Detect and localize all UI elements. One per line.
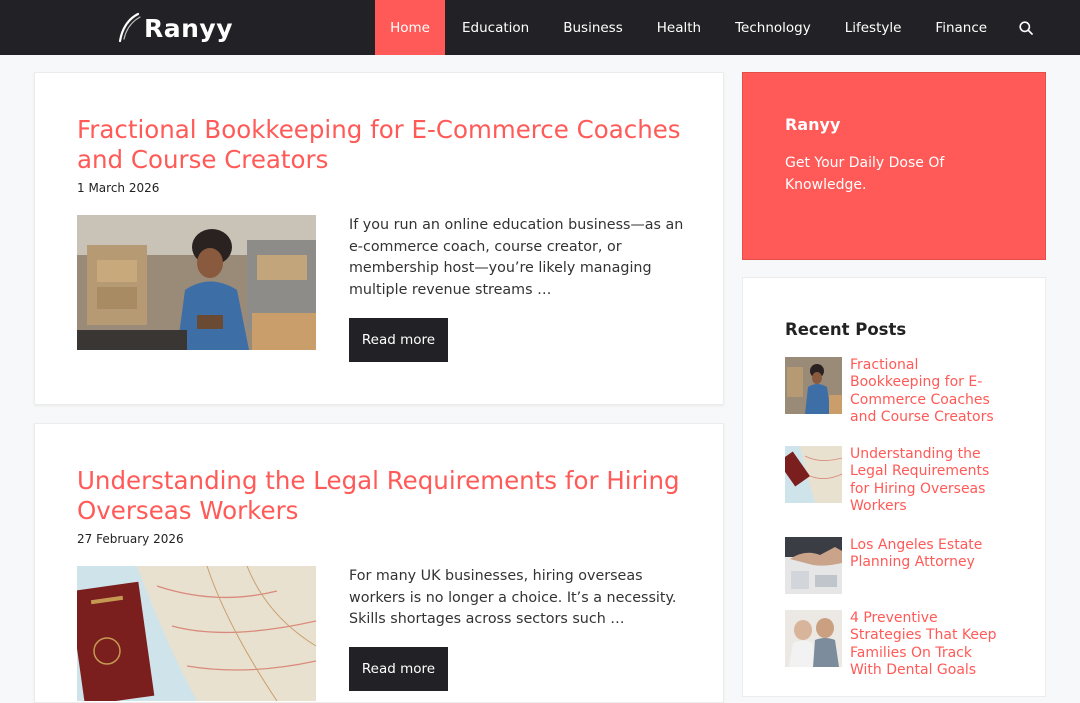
site-logo[interactable]: Ranyy [116,10,233,46]
nav-item-lifestyle[interactable]: Lifestyle [828,0,919,55]
family-photo-image [785,610,842,667]
site-name: Ranyy [144,13,234,43]
main-nav: Home Education Business Health Technolog… [375,0,1048,55]
post-thumbnail[interactable] [77,215,316,350]
search-icon [1019,20,1033,35]
recent-posts-heading: Recent Posts [785,320,907,339]
recent-posts-widget: Recent Posts Fractional Bookkeeping for … [742,277,1046,697]
post-card: Understanding the Legal Requirements for… [34,423,724,703]
recent-post-thumbnail[interactable] [785,610,842,667]
nav-item-technology[interactable]: Technology [718,0,828,55]
post-card: Fractional Bookkeeping for E-Commerce Co… [34,72,724,405]
post-excerpt: If you run an online education business—… [349,217,684,299]
promo-title: Ranyy [785,115,841,134]
logo-swoosh-icon [118,12,141,43]
post-thumbnail[interactable] [77,566,316,701]
handshake-photo-image [785,537,842,594]
recent-post-link[interactable]: Fractional Bookkeeping for E-Commerce Co… [850,357,1005,426]
recent-post-link[interactable]: Understanding the Legal Requirements for… [850,446,1005,515]
recent-post-thumbnail[interactable] [785,537,842,594]
post-excerpt: For many UK businesses, hiring overseas … [349,568,677,628]
post-title[interactable]: Understanding the Legal Requirements for… [77,466,697,526]
nav-item-business[interactable]: Business [546,0,640,55]
nav-item-health[interactable]: Health [640,0,718,55]
warehouse-photo-image [785,357,842,414]
nav-item-education[interactable]: Education [445,0,546,55]
nav-item-home[interactable]: Home [375,0,445,55]
post-date: 1 March 2026 [77,181,160,195]
warehouse-photo-image [77,215,316,350]
read-more-button[interactable]: Read more [349,318,448,362]
recent-post-thumbnail[interactable] [785,357,842,414]
passport-map-image [785,446,842,503]
sidebar-promo: Ranyy Get Your Daily Dose Of Knowledge. [742,72,1046,260]
recent-post-link[interactable]: 4 Preventive Strategies That Keep Famili… [850,610,1005,679]
search-button[interactable] [1004,0,1048,55]
read-more-button[interactable]: Read more [349,647,448,691]
recent-post-thumbnail[interactable] [785,446,842,503]
passport-map-image [77,566,316,701]
promo-text: Get Your Daily Dose Of Knowledge. [785,155,945,193]
post-title[interactable]: Fractional Bookkeeping for E-Commerce Co… [77,115,697,175]
recent-post-link[interactable]: Los Angeles Estate Planning Attorney [850,537,1005,572]
post-date: 27 February 2026 [77,532,184,546]
nav-item-finance[interactable]: Finance [918,0,1004,55]
site-header: Ranyy Home Education Business Health Tec… [0,0,1080,55]
